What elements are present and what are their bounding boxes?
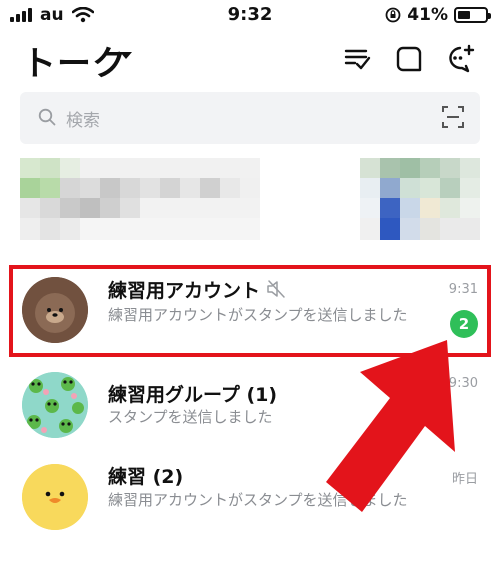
chat-name: 練習用グループ (1) [108, 384, 278, 406]
page-title: トーク [22, 44, 127, 84]
chat-time: 9:30 [448, 376, 478, 391]
search-input[interactable]: 検索 [66, 106, 100, 131]
chat-name: 練習 (2) [108, 466, 184, 488]
pixelated-banner-right [360, 158, 480, 240]
chat-last-message: スタンプを送信しました [108, 408, 273, 426]
search-bar[interactable]: 検索 [20, 92, 480, 144]
chat-time: 昨日 [451, 472, 478, 487]
avatar [22, 372, 88, 438]
battery-percent: 41% [407, 5, 448, 25]
header: トーク [0, 30, 500, 90]
chat-row[interactable]: 練習 (2) 練習用アカウントがスタンプを送信しました 昨日 [0, 456, 500, 568]
sort-edit-icon[interactable] [342, 44, 372, 74]
status-right: 41% [385, 5, 491, 25]
search-icon [38, 108, 56, 126]
orientation-lock-icon [385, 7, 401, 23]
qr-scan-icon[interactable] [442, 106, 464, 128]
frog-pattern-avatar-icon [22, 372, 88, 438]
highlight-box [9, 265, 491, 357]
status-bar: au 9:32 41% [0, 0, 500, 30]
battery-icon [454, 7, 491, 23]
add-chat-icon[interactable] [446, 44, 476, 74]
avatar [22, 464, 88, 530]
chick-avatar-icon [22, 464, 88, 530]
chat-last-message: 練習用アカウントがスタンプを送信しました [108, 491, 408, 509]
new-chat-icon[interactable] [394, 44, 424, 74]
pixelated-banner-left [20, 158, 260, 240]
chevron-down-icon[interactable] [120, 52, 132, 59]
